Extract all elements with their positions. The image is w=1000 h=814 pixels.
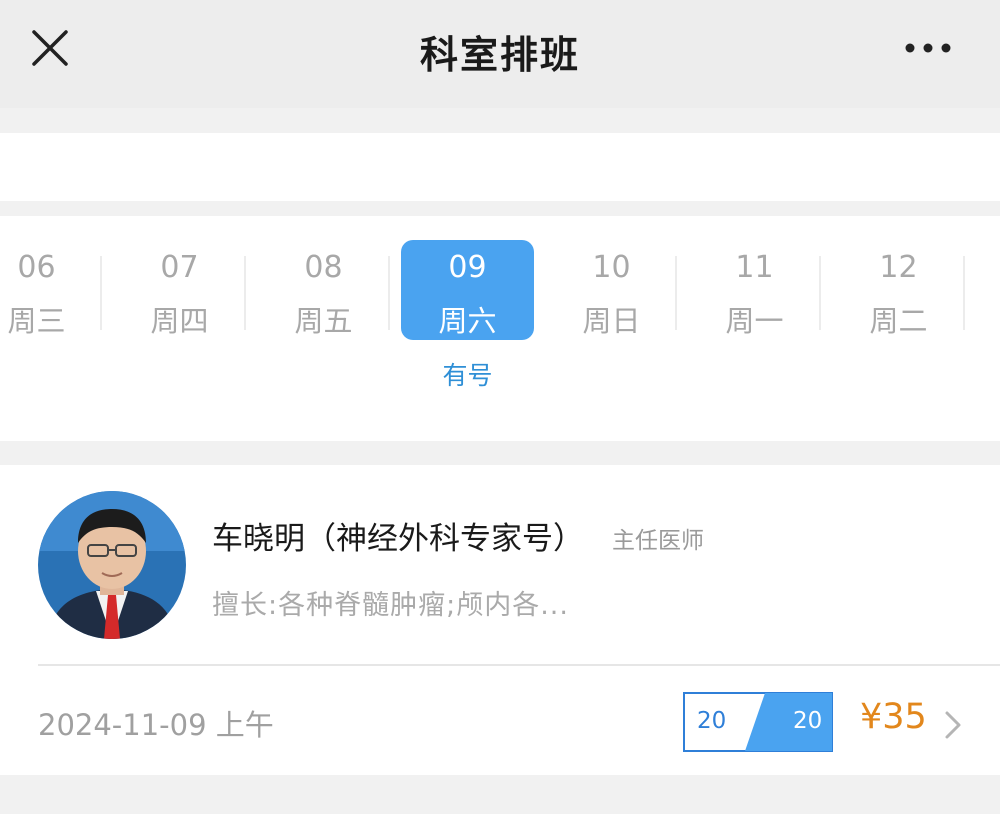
date-weekday: 周四 — [150, 304, 209, 338]
page-title: 科室排班 — [419, 33, 580, 77]
chevron-right-icon[interactable] — [940, 708, 966, 742]
date-item-08[interactable]: 08 周五 — [257, 240, 390, 340]
nav-bar: 科室排班 — [0, 0, 1000, 108]
date-day: 09 — [448, 250, 487, 285]
date-selector: 06 周三 07 周四 08 周五 09 周六 有号 10 周日 11 周一 1… — [0, 216, 1000, 441]
date-item-09[interactable]: 09 周六 — [401, 240, 534, 340]
date-day: 12 — [879, 250, 918, 285]
date-item-10[interactable]: 10 周日 — [545, 240, 678, 340]
date-item-11[interactable]: 11 周一 — [688, 240, 821, 340]
date-day: 10 — [592, 250, 631, 285]
price-label[interactable]: ¥35 — [860, 697, 927, 737]
doctor-title: 主任医师 — [612, 528, 704, 554]
info-banner — [0, 133, 1000, 201]
close-icon[interactable] — [28, 26, 72, 70]
date-weekday: 周三 — [7, 304, 66, 338]
more-horizontal-icon[interactable] — [896, 30, 960, 66]
doctor-name[interactable]: 车晓明（神经外科专家号） — [212, 513, 584, 558]
availability-label: 有号 — [442, 361, 493, 390]
date-weekday: 周二 — [869, 304, 928, 338]
date-weekday: 周五 — [294, 304, 353, 338]
quota-total: 20 — [793, 708, 823, 734]
doctor-avatar[interactable] — [38, 491, 186, 639]
date-weekday: 周日 — [582, 304, 641, 338]
doctor-card[interactable]: 车晓明（神经外科专家号） 主任医师 擅长:各种脊髓肿瘤;颅内各... 2024-… — [0, 465, 1000, 775]
date-day: 08 — [304, 250, 343, 285]
card-divider — [38, 664, 1000, 666]
quota-badge[interactable]: 20 20 — [683, 692, 833, 752]
date-item-06[interactable]: 06 周三 — [0, 240, 103, 340]
date-day: 11 — [735, 250, 774, 285]
date-day: 07 — [160, 250, 199, 285]
date-weekday: 周六 — [438, 304, 497, 338]
date-item-07[interactable]: 07 周四 — [113, 240, 246, 340]
quota-remaining: 20 — [697, 708, 727, 734]
doctor-skill: 擅长:各种脊髓肿瘤;颅内各... — [212, 590, 569, 621]
slot-date: 2024-11-09 上午 — [38, 708, 274, 742]
date-day: 06 — [17, 250, 56, 285]
date-item-12[interactable]: 12 周二 — [832, 240, 965, 340]
date-weekday: 周一 — [725, 304, 784, 338]
